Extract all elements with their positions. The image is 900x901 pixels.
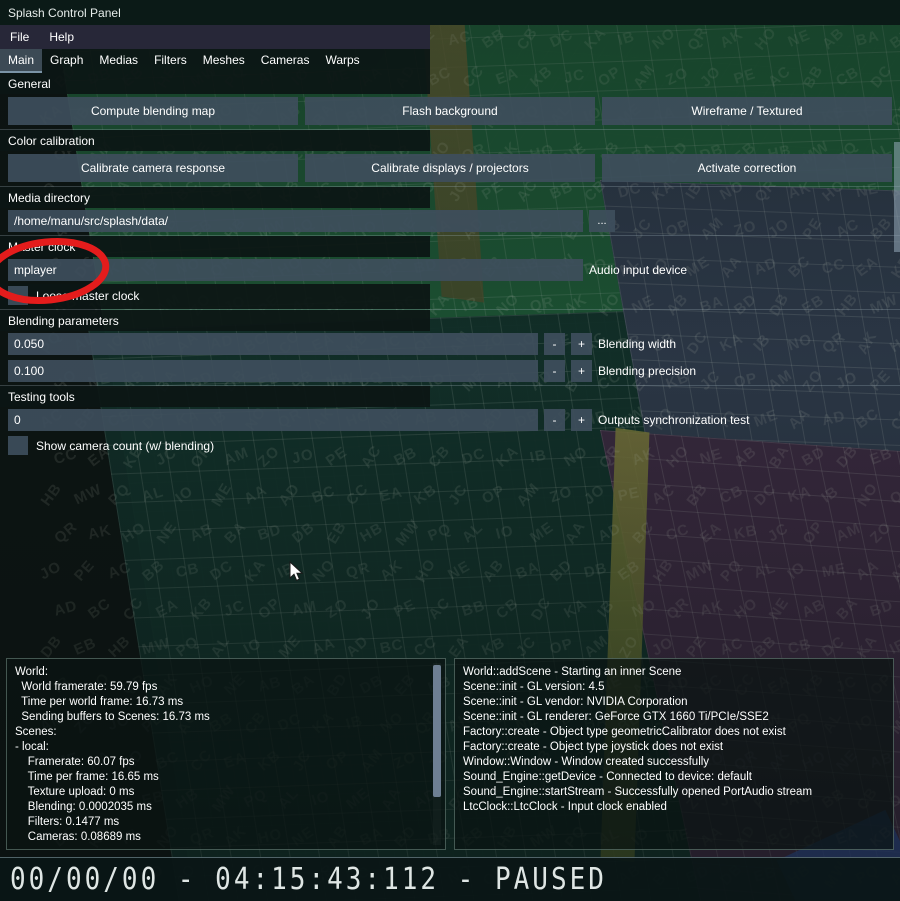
color-calibration-button-row: Calibrate camera response Calibrate disp… — [0, 151, 900, 186]
tab-main[interactable]: Main — [0, 49, 43, 73]
loose-master-clock-row: Loose master clock — [0, 284, 430, 309]
section-label-general: General — [0, 73, 430, 94]
console-area: World: World framerate: 59.79 fps Time p… — [6, 658, 894, 850]
media-directory-row: ... — [0, 208, 900, 235]
master-clock-input[interactable] — [8, 259, 583, 281]
blending-width-decrement-button[interactable]: - — [544, 333, 565, 355]
tab-filters[interactable]: Filters — [146, 49, 195, 73]
tab-graph[interactable]: Graph — [42, 49, 91, 73]
section-label-master-clock: Master clock — [0, 236, 430, 257]
statistics-console-line: World: — [15, 666, 49, 678]
blending-precision-decrement-button[interactable]: - — [544, 360, 565, 382]
blending-width-label: Blending width — [598, 337, 677, 351]
activate-correction-button[interactable]: Activate correction — [602, 154, 892, 182]
control-panel: Main Graph Medias Filters Meshes Cameras… — [0, 49, 900, 649]
statistics-console-line: Cameras: 0.08689 ms — [15, 831, 141, 843]
blending-width-input[interactable] — [8, 333, 538, 355]
statistics-console-line: Sending buffers to Scenes: 16.73 ms — [15, 711, 210, 723]
audio-input-device-label: Audio input device — [589, 263, 688, 277]
tab-warps[interactable]: Warps — [317, 49, 367, 73]
compute-blending-map-button[interactable]: Compute blending map — [8, 97, 298, 125]
statistics-console-scrollbar[interactable] — [433, 663, 441, 845]
window-titlebar: Splash Control Panel — [0, 0, 900, 25]
log-console-line: Sound_Engine::getDevice - Connected to d… — [463, 771, 752, 783]
master-clock-row: Audio input device — [0, 257, 900, 284]
tab-bar: Main Graph Medias Filters Meshes Cameras… — [0, 49, 430, 73]
menu-file[interactable]: File — [0, 27, 39, 47]
calibrate-displays-projectors-button[interactable]: Calibrate displays / projectors — [305, 154, 595, 182]
menubar: File Help — [0, 25, 430, 49]
log-console-line: Factory::create - Object type geometricC… — [463, 726, 786, 738]
statistics-console-line: Blending: 0.0002035 ms — [15, 801, 152, 813]
statistics-console-line: Scenes: — [15, 726, 57, 738]
statistics-console-line: Filters: 0.1477 ms — [15, 816, 120, 828]
log-console-line: World::addScene - Starting an inner Scen… — [463, 666, 682, 678]
blending-precision-input[interactable] — [8, 360, 538, 382]
tab-meshes[interactable]: Meshes — [195, 49, 253, 73]
splash-control-panel-window: AAADBCCCEAKBJCOPAMZOJOPEACBBCBDCKAIBNOQR… — [0, 0, 900, 901]
media-directory-input[interactable] — [8, 210, 583, 232]
statistics-console-line: - local: — [15, 741, 49, 753]
tab-cameras[interactable]: Cameras — [253, 49, 318, 73]
blending-width-row: - + Blending width — [0, 331, 900, 358]
outputs-sync-test-row: - + Outputs synchronization test — [0, 407, 900, 434]
section-label-blending-parameters: Blending parameters — [0, 310, 430, 331]
section-label-color-calibration: Color calibration — [0, 130, 430, 151]
panel-scrollbar-thumb[interactable] — [894, 142, 900, 252]
statistics-console-scrollbar-thumb[interactable] — [433, 665, 441, 797]
flash-background-button[interactable]: Flash background — [305, 97, 595, 125]
panel-scrollbar[interactable] — [894, 142, 900, 392]
loose-master-clock-checkbox[interactable] — [8, 286, 28, 305]
blending-precision-increment-button[interactable]: + — [571, 360, 592, 382]
log-console-line: Scene::init - GL vendor: NVIDIA Corporat… — [463, 696, 688, 708]
tab-medias[interactable]: Medias — [91, 49, 146, 73]
outputs-sync-test-decrement-button[interactable]: - — [544, 409, 565, 431]
outputs-sync-test-input[interactable] — [8, 409, 538, 431]
outputs-sync-test-label: Outputs synchronization test — [598, 413, 750, 427]
statistics-console-line: Time per world frame: 16.73 ms — [15, 696, 184, 708]
statistics-console-line: Framerate: 60.07 fps — [15, 756, 135, 768]
section-label-media-directory: Media directory — [0, 187, 430, 208]
general-button-row: Compute blending map Flash background Wi… — [0, 94, 900, 129]
log-console-line: LtcClock::LtcClock - Input clock enabled — [463, 801, 667, 813]
outputs-sync-test-increment-button[interactable]: + — [571, 409, 592, 431]
show-camera-count-label: Show camera count (w/ blending) — [36, 438, 215, 453]
blending-width-increment-button[interactable]: + — [571, 333, 592, 355]
wireframe-textured-button[interactable]: Wireframe / Textured — [602, 97, 892, 125]
timecode-display: 00/00/00 - 04:15:43:112 - PAUSED — [10, 862, 607, 897]
blending-precision-row: - + Blending precision — [0, 358, 900, 385]
log-console-line: Scene::init - GL renderer: GeForce GTX 1… — [463, 711, 769, 723]
log-console-line: Factory::create - Object type joystick d… — [463, 741, 724, 753]
log-console[interactable]: World::addScene - Starting an inner Scen… — [454, 658, 894, 850]
log-console-line: Sound_Engine::startStream - Successfully… — [463, 786, 813, 798]
blending-precision-label: Blending precision — [598, 364, 697, 378]
media-directory-browse-button[interactable]: ... — [589, 210, 615, 232]
section-label-testing-tools: Testing tools — [0, 386, 430, 407]
log-console-line: Scene::init - GL version: 4.5 — [463, 681, 605, 693]
show-camera-count-checkbox[interactable] — [8, 436, 28, 455]
window-title: Splash Control Panel — [8, 5, 121, 20]
show-camera-count-row: Show camera count (w/ blending) — [0, 434, 900, 459]
statistics-console[interactable]: World: World framerate: 59.79 fps Time p… — [6, 658, 446, 850]
statistics-console-line: World framerate: 59.79 fps — [15, 681, 158, 693]
timecode-bar: 00/00/00 - 04:15:43:112 - PAUSED — [0, 857, 900, 901]
calibrate-camera-response-button[interactable]: Calibrate camera response — [8, 154, 298, 182]
statistics-console-line: Texture upload: 0 ms — [15, 786, 135, 798]
statistics-console-line: Time per frame: 16.65 ms — [15, 771, 159, 783]
loose-master-clock-label: Loose master clock — [36, 288, 140, 303]
menu-help[interactable]: Help — [39, 27, 84, 47]
log-console-line: Window::Window - Window created successf… — [463, 756, 710, 768]
